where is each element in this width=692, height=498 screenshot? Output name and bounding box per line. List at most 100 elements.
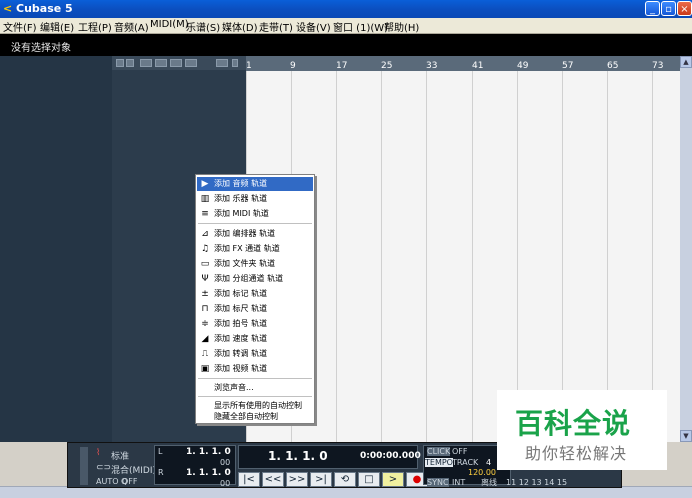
marker-numbers[interactable]: 11 12 13 14 15 (506, 478, 567, 487)
menu-devices[interactable]: 设备(V) (296, 19, 331, 34)
fast-forward-button[interactable]: >> (286, 472, 308, 487)
watermark-subtitle: 助你轻松解决 (525, 444, 628, 463)
cycle-button[interactable]: ⟲ (334, 472, 356, 487)
toolbar-color-icon[interactable] (216, 59, 228, 67)
go-to-start-button[interactable]: |< (238, 472, 260, 487)
toolbar-r-icon[interactable] (170, 59, 182, 67)
ruler-mark: 57 (562, 61, 574, 71)
info-line: 没有选择对象 (0, 34, 692, 56)
toolbar-w-icon[interactable] (185, 59, 197, 67)
menu-transport[interactable]: 走带(T) (259, 19, 293, 34)
watermark: 百科全说 助你轻松解决 (497, 390, 667, 470)
vertical-scrollbar[interactable]: ▲ ▼ (680, 56, 692, 442)
transport-grip[interactable] (80, 447, 88, 485)
arranger-track-icon: ⊿ (201, 229, 209, 239)
toolbar-s-icon[interactable] (155, 59, 167, 67)
add-track-context-menu: ▶ 添加 音频 轨道 ▥ 添加 乐器 轨道 ≡ 添加 MIDI 轨道 ⊿ 添加 … (195, 174, 315, 424)
right-locator-aux: 00 (220, 479, 231, 488)
go-to-end-button[interactable]: >| (310, 472, 332, 487)
cycle-mode-icon: ⊂⊃ (96, 463, 112, 473)
menu-add-signature-track[interactable]: ≑ 添加 拍号 轨道 (197, 317, 313, 331)
play-button[interactable]: > (382, 472, 404, 487)
timeline-ruler[interactable]: 1 9 17 25 33 41 49 57 65 73 (246, 56, 680, 71)
right-locator[interactable]: 1. 1. 1. 0 (186, 468, 231, 478)
menu-add-instrument-track[interactable]: ▥ 添加 乐器 轨道 (197, 192, 313, 206)
position-bars[interactable]: 1. 1. 1. 0 (268, 449, 328, 463)
marker-icon: ± (201, 289, 209, 299)
menu-window[interactable]: 窗口 (1)(W) (333, 19, 388, 34)
ruler-mark: 25 (381, 61, 393, 71)
toolbar-menu-icon[interactable] (116, 59, 124, 67)
rewind-button[interactable]: << (262, 472, 284, 487)
menu-midi[interactable]: MIDI(M) (150, 19, 189, 30)
offline-label: 离线 (481, 478, 497, 487)
menu-add-transpose-track[interactable]: ⎍ 添加 转调 轨道 (197, 347, 313, 361)
menu-browse-sounds[interactable]: 浏览声音... (197, 381, 313, 395)
menu-separator (198, 396, 312, 397)
click-label[interactable]: CLICK (427, 447, 451, 456)
menu-score[interactable]: 乐谱(S) (186, 19, 220, 34)
toolbar-m-icon[interactable] (140, 59, 152, 67)
scroll-down-icon[interactable]: ▼ (680, 430, 692, 442)
menu-edit[interactable]: 编辑(E) (40, 19, 74, 34)
record-mode[interactable]: 标准 (111, 449, 129, 462)
tempo-mode: TRACK (452, 458, 479, 467)
menu-add-midi-track[interactable]: ≡ 添加 MIDI 轨道 (197, 207, 313, 221)
menu-audio[interactable]: 音频(A) (114, 19, 149, 34)
menu-add-group-track[interactable]: Ψ 添加 分组通道 轨道 (197, 272, 313, 286)
tempo-value[interactable]: 120.00 (468, 468, 496, 477)
menu-media[interactable]: 媒体(D) (222, 19, 258, 34)
cubase-logo-icon: < (3, 2, 13, 15)
menu-add-tempo-track[interactable]: ◢ 添加 速度 轨道 (197, 332, 313, 346)
menu-separator (198, 223, 312, 224)
maximize-button[interactable]: ▫ (661, 1, 676, 16)
menu-add-marker-track[interactable]: ± 添加 标记 轨道 (197, 287, 313, 301)
fx-channel-icon: ♫ (200, 244, 210, 254)
left-locator[interactable]: 1. 1. 1. 0 (186, 447, 231, 457)
left-locator-tag[interactable]: L (158, 447, 162, 456)
right-locator-tag[interactable]: R (158, 468, 164, 477)
minimize-button[interactable]: _ (645, 1, 660, 16)
signature-icon: ≑ (201, 319, 209, 329)
position-time[interactable]: 0:00:00.000 (360, 451, 421, 461)
ruler-mark: 49 (517, 61, 529, 71)
close-button[interactable]: × (677, 1, 692, 16)
menu-bar: 文件(F) 编辑(E) 工程(P) 音频(A) MIDI(M) 乐谱(S) 媒体… (0, 18, 692, 34)
ruler-mark: 33 (426, 61, 438, 71)
track-list-toolbar (112, 56, 246, 70)
ruler-mark: 73 (652, 61, 664, 71)
menu-add-ruler-track[interactable]: ⊓ 添加 标尺 轨道 (197, 302, 313, 316)
scroll-up-icon[interactable]: ▲ (680, 56, 692, 68)
menu-add-audio-track[interactable]: ▶ 添加 音频 轨道 (197, 177, 313, 191)
ruler-mark: 41 (472, 61, 484, 71)
title-bar: < Cubase 5 _ ▫ × (0, 0, 692, 18)
folder-icon: ▭ (200, 259, 210, 269)
ruler-mark: 65 (607, 61, 619, 71)
ruler-mark: 1 (246, 61, 252, 71)
menu-help[interactable]: 帮助(H) (384, 19, 419, 34)
menu-add-folder-track[interactable]: ▭ 添加 文件夹 轨道 (197, 257, 313, 271)
menu-hide-all-automation[interactable]: 隐藏全部自动控制 (197, 410, 313, 424)
left-locator-aux: 00 (220, 458, 231, 467)
menu-file[interactable]: 文件(F) (3, 19, 37, 34)
tempo-icon: ◢ (201, 334, 209, 344)
window-title: Cubase 5 (16, 2, 73, 15)
group-channel-icon: Ψ (201, 274, 209, 284)
cycle-mode[interactable]: 混合(MIDI) (111, 463, 156, 476)
ruler-icon: ⊓ (201, 304, 209, 314)
sync-label[interactable]: SYNC (427, 478, 449, 487)
stop-button[interactable]: □ (358, 472, 380, 487)
menu-add-video-track[interactable]: ▣ 添加 视频 轨道 (197, 362, 313, 376)
instrument-track-icon: ▥ (200, 194, 210, 204)
ruler-mark: 9 (290, 61, 296, 71)
menu-add-arranger-track[interactable]: ⊿ 添加 编排器 轨道 (197, 227, 313, 241)
sync-value: INT (452, 478, 466, 487)
menu-add-fx-channel-track[interactable]: ♫ 添加 FX 通道 轨道 (197, 242, 313, 256)
menu-project[interactable]: 工程(P) (78, 19, 112, 34)
tempo-label[interactable]: TEMPO (425, 458, 453, 467)
auto-q-value[interactable]: OFF (122, 477, 138, 486)
midi-track-icon: ≡ (201, 209, 209, 219)
toolbar-edit-icon[interactable] (126, 59, 134, 67)
toolbar-size-icon[interactable] (232, 59, 238, 67)
inspector-panel (0, 56, 112, 442)
